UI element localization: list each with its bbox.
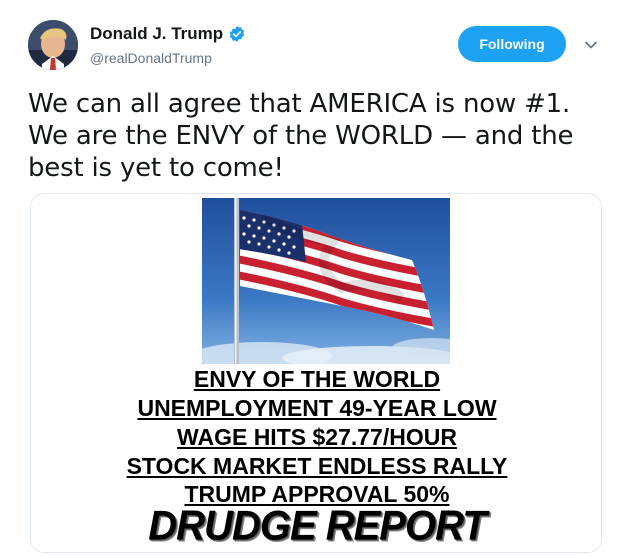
drudge-report-logo: DRUDGE REPORT [148,502,486,550]
chevron-down-icon[interactable] [582,36,600,54]
tweet-card: Donald J. Trump @realDonaldTrump Followi… [0,0,634,558]
name-row: Donald J. Trump [90,24,246,44]
american-flag-icon [202,198,450,364]
headline-3: WAGE HITS $27.77/HOUR [177,424,457,450]
avatar[interactable] [28,20,78,70]
verified-badge-icon [228,25,246,43]
headline-4: STOCK MARKET ENDLESS RALLY [126,453,508,479]
user-handle[interactable]: @realDonaldTrump [90,50,212,66]
display-name[interactable]: Donald J. Trump [90,24,223,44]
headline-1: ENVY OF THE WORLD [193,366,441,392]
media-card[interactable]: ENVY OF THE WORLD UNEMPLOYMENT 49-YEAR L… [30,193,602,553]
tweet-text: We can all agree that AMERICA is now #1.… [28,89,574,183]
headline-2: UNEMPLOYMENT 49-YEAR LOW [137,395,497,421]
profile-photo-icon [28,20,78,70]
following-button[interactable]: Following [458,26,566,62]
